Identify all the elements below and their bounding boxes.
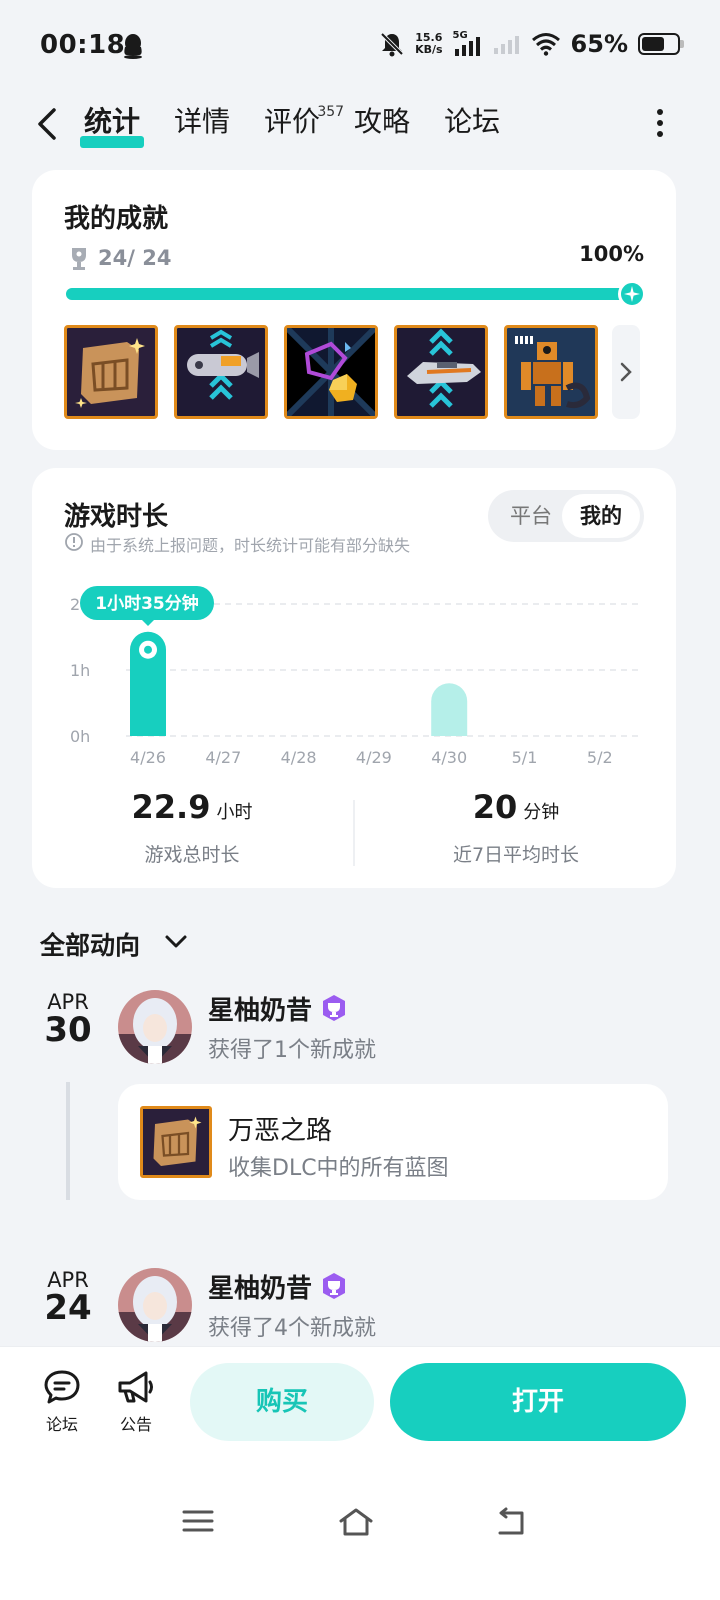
total-playtime-label: 游戏总时长: [144, 844, 240, 866]
back-nav-icon[interactable]: [496, 1507, 528, 1537]
chart-tooltip-pointer: [142, 620, 154, 626]
menu-icon[interactable]: [182, 1507, 214, 1535]
feed-username[interactable]: 星柚奶昔: [208, 990, 312, 1027]
achievement-item-desc: 收集DLC中的所有蓝图: [228, 1156, 449, 1181]
total-playtime-unit: 小时: [216, 802, 253, 823]
segment-mine[interactable]: 我的: [562, 494, 640, 538]
achievement-badge-mech[interactable]: [504, 325, 598, 419]
playtime-segment-control: 平台 我的: [488, 490, 644, 542]
achievements-count: 24/ 24: [98, 246, 172, 270]
chart-bar-marker-dot: [144, 645, 152, 654]
timeline-line: [66, 1082, 70, 1200]
tab-forum[interactable]: 论坛: [444, 102, 500, 150]
achievement-badge-crystal[interactable]: [284, 325, 378, 419]
feed-date: APR 24: [44, 1268, 92, 1328]
achievement-item[interactable]: 万恶之路 收集DLC中的所有蓝图: [118, 1084, 668, 1200]
status-time: 00:18: [40, 30, 126, 60]
chevron-right-icon: [620, 362, 632, 382]
feed-date: APR 30: [44, 990, 92, 1050]
signal-icon: [454, 37, 480, 56]
status-bar: 00:18 15.6 KB/s 5G 65%: [0, 0, 720, 92]
achievement-badges: [64, 325, 598, 419]
tab-bar: 统计 详情 评价 357 攻略 论坛: [79, 102, 500, 150]
mute-icon: [380, 32, 404, 57]
avg-playtime: 20 分钟 近7日平均时长: [356, 788, 676, 867]
chart-xtick: 5/1: [512, 748, 538, 767]
achievement-item-icon: [140, 1106, 212, 1178]
chart-bar: [431, 683, 468, 736]
feed-action: 获得了4个新成就: [208, 1316, 376, 1341]
tab-reviews[interactable]: 评价 357: [264, 102, 344, 150]
achievements-card[interactable]: 我的成就 24/ 24 100%: [32, 170, 676, 450]
top-nav: 统计 详情 评价 357 攻略 论坛: [0, 92, 720, 164]
avg-playtime-label: 近7日平均时长: [452, 844, 580, 866]
feed-username[interactable]: 星柚奶昔: [208, 1268, 312, 1305]
achievement-badge-blueprint[interactable]: [64, 325, 158, 419]
vip-badge-icon: [323, 995, 345, 1021]
achievement-badge-submarine[interactable]: [174, 325, 268, 419]
open-button[interactable]: 打开: [390, 1363, 686, 1441]
chart-xtick: 5/2: [587, 748, 613, 767]
battery-icon: [638, 33, 684, 55]
avg-playtime-value: 20: [472, 788, 518, 826]
tab-stats[interactable]: 统计: [79, 102, 145, 150]
reviews-count-badge: 357: [317, 104, 345, 120]
playtime-note: 由于系统上报问题，时长统计可能有部分缺失: [90, 536, 411, 555]
vip-badge-icon: [323, 1273, 345, 1299]
trophy-icon: [72, 248, 86, 270]
chart-xtick: 4/27: [205, 748, 241, 767]
net-speed: 15.6 KB/s: [415, 31, 443, 56]
avatar[interactable]: [118, 990, 192, 1064]
qq-icon: [124, 34, 142, 59]
progress-star-icon: [618, 280, 646, 308]
avatar[interactable]: [118, 1268, 192, 1342]
wifi-icon: [531, 33, 560, 56]
badges-more-button[interactable]: [612, 325, 640, 419]
achievements-percent: 100%: [579, 242, 644, 266]
stats-divider: [353, 800, 355, 866]
system-nav-bar: [0, 1507, 720, 1547]
signal-icon-2: [493, 36, 519, 54]
achievements-progress: [66, 280, 646, 308]
playtime-chart: 0h1h2h1小时35分钟4/264/274/284/294/305/15/2: [70, 586, 642, 767]
chart-xtick: 4/30: [431, 748, 467, 767]
chart-tooltip-label: 1小时35分钟: [95, 593, 199, 614]
total-playtime-value: 22.9: [131, 788, 211, 826]
avg-playtime-unit: 分钟: [523, 802, 560, 823]
chart-xtick: 4/26: [130, 748, 166, 767]
chart-ytick: 1h: [70, 661, 90, 680]
notice-button[interactable]: 公告: [106, 1369, 166, 1435]
info-icon: [65, 533, 83, 551]
forum-icon: [44, 1370, 80, 1404]
feed-filter[interactable]: 全部动向: [40, 926, 140, 962]
home-icon[interactable]: [338, 1507, 374, 1537]
bottom-action-bar: 论坛 公告 购买 打开: [0, 1346, 720, 1600]
achievements-title: 我的成就: [64, 204, 169, 234]
achievement-badge-ship[interactable]: [394, 325, 488, 419]
back-icon[interactable]: [32, 104, 64, 144]
achievement-item-name: 万恶之路: [228, 1116, 333, 1146]
tab-guides[interactable]: 攻略: [354, 102, 410, 150]
buy-button[interactable]: 购买: [190, 1363, 374, 1441]
segment-platform[interactable]: 平台: [492, 494, 570, 538]
megaphone-icon: [118, 1371, 153, 1403]
tab-details[interactable]: 详情: [174, 102, 230, 150]
chart-ytick: 0h: [70, 727, 90, 746]
feed-action: 获得了1个新成就: [208, 1038, 376, 1063]
chart-xtick: 4/28: [281, 748, 317, 767]
playtime-title: 游戏时长: [64, 502, 169, 532]
forum-button[interactable]: 论坛: [32, 1369, 92, 1435]
chevron-down-icon[interactable]: [164, 934, 188, 950]
total-playtime: 22.9 小时 游戏总时长: [32, 788, 352, 867]
chart-xtick: 4/29: [356, 748, 392, 767]
battery-percent: 65%: [570, 30, 628, 58]
more-icon[interactable]: [654, 108, 666, 138]
playtime-card: 游戏时长 由于系统上报问题，时长统计可能有部分缺失 平台 我的 0h1h2h1小…: [32, 468, 676, 888]
